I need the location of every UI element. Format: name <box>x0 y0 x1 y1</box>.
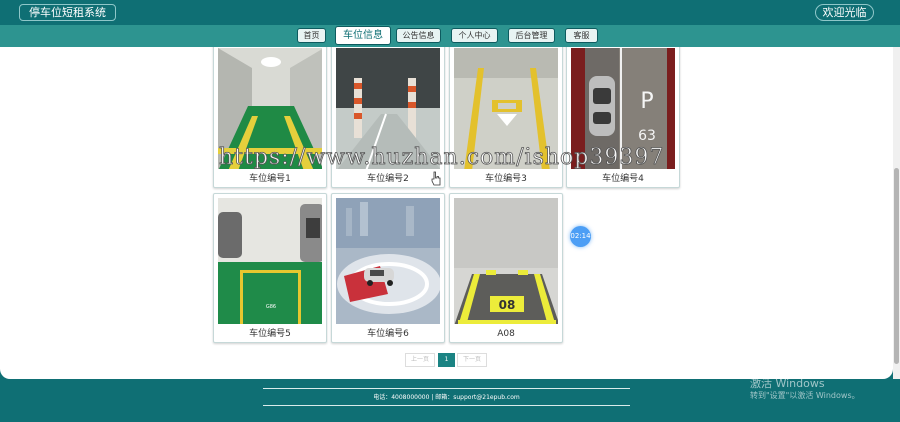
parking-card-5[interactable]: G86 车位编号5 <box>213 193 327 343</box>
parking-space-number: 63 <box>638 128 656 144</box>
nav-home[interactable]: 首页 <box>297 28 326 43</box>
parking-label: A08 <box>497 329 515 339</box>
parking-label: 车位编号6 <box>367 329 409 339</box>
timer-badge[interactable]: 02:14 <box>570 226 591 247</box>
parking-card-7[interactable]: 08 A08 <box>449 193 563 343</box>
top-bar: 停车位短租系统 欢迎光临 <box>0 0 900 25</box>
parking-label: 车位编号4 <box>602 174 644 184</box>
pagination-page-1[interactable]: 1 <box>438 353 455 367</box>
main-nav: 首页 车位信息 公告信息 个人中心 后台管理 客服 <box>0 25 900 47</box>
parking-label: 车位编号2 <box>367 174 409 184</box>
watermark-text: https://www.huzhan.com/ishop39397 <box>219 145 665 171</box>
footer-divider-bottom <box>263 405 630 406</box>
slot-marking: G86 <box>266 304 276 310</box>
parking-label: 车位编号1 <box>249 174 291 184</box>
parking-photo-6 <box>336 198 440 324</box>
parking-card-6[interactable]: 车位编号6 <box>331 193 445 343</box>
parking-photo-7: 08 <box>454 198 558 324</box>
footer-contact: 电话：4008000000 | 邮箱：support@21epub.com <box>373 394 520 401</box>
pagination-prev[interactable]: 上一页 <box>405 353 435 367</box>
nav-customer-service[interactable]: 客服 <box>565 28 598 43</box>
parking-photo-5: G86 <box>218 198 322 324</box>
footer-divider-top <box>263 388 630 389</box>
nav-personal-center[interactable]: 个人中心 <box>451 28 498 43</box>
windows-activation-title: 激活 Windows <box>750 377 825 390</box>
nav-announcements[interactable]: 公告信息 <box>396 28 441 43</box>
scrollbar-thumb[interactable] <box>894 168 899 364</box>
nav-parking-info[interactable]: 车位信息 <box>335 26 391 45</box>
pagination-next[interactable]: 下一页 <box>457 353 487 367</box>
parking-list: 车位编号1 车位编号2 车位编号3 P 63 车位编号4 G86 车位编号5 车… <box>0 47 893 379</box>
windows-activation-hint: 转到"设置"以激活 Windows。 <box>750 391 860 400</box>
parking-label: 车位编号5 <box>249 329 291 339</box>
welcome-button[interactable]: 欢迎光临 <box>815 4 874 21</box>
site-title[interactable]: 停车位短租系统 <box>19 4 116 21</box>
hand-cursor-icon <box>431 171 441 186</box>
slot-number-a08: 08 <box>499 298 516 312</box>
parking-label: 车位编号3 <box>485 174 527 184</box>
nav-admin[interactable]: 后台管理 <box>508 28 555 43</box>
parking-p-sign: P <box>640 89 653 114</box>
